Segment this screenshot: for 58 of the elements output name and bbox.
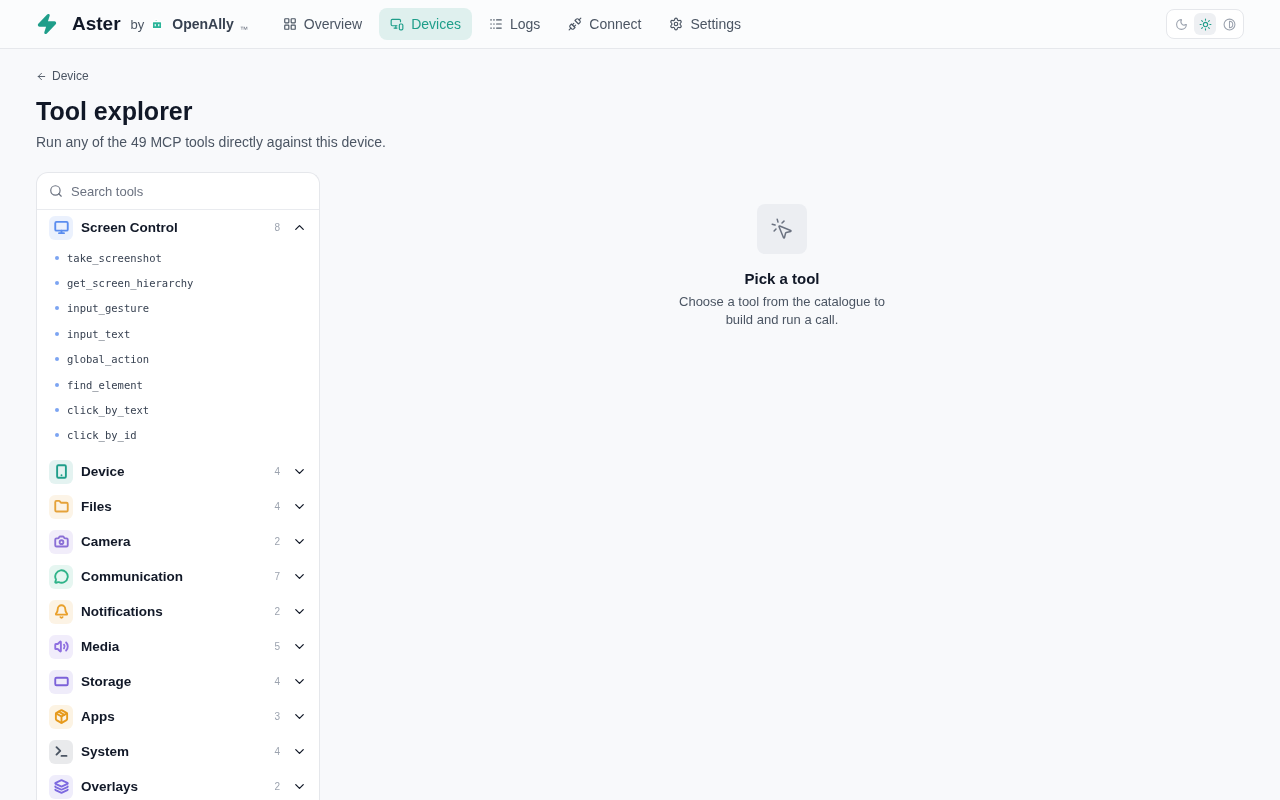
category-header[interactable]: Notifications 2 (37, 594, 319, 630)
by-label: by (130, 16, 145, 32)
back-link[interactable]: Device (36, 69, 89, 83)
contrast-icon (1222, 17, 1236, 31)
trademark-sign: ™ (239, 25, 248, 34)
brand-name: Aster (72, 13, 121, 35)
search-icon (49, 184, 63, 198)
grid-icon (282, 17, 297, 31)
pointer-click-icon (770, 217, 794, 241)
devices-icon (390, 17, 405, 31)
tool-item[interactable]: take_screenshot (37, 245, 319, 271)
company-name: OpenAlly (172, 16, 234, 32)
category-header[interactable]: Screen Control 8 (37, 210, 319, 245)
tool-count: 2 (274, 781, 280, 793)
category-header[interactable]: Files 4 (37, 489, 319, 525)
list-icon (488, 17, 503, 31)
tool-count: 4 (274, 676, 280, 688)
nav-tab[interactable]: Logs (477, 8, 552, 40)
page-subtitle: Run any of the 49 MCP tools directly against this device. (36, 133, 386, 152)
tool-count: 2 (274, 606, 280, 618)
tool-count: 4 (274, 501, 280, 513)
tool-item[interactable]: find_element (37, 371, 319, 398)
page-title: Tool explorer (36, 97, 194, 126)
category-header[interactable]: Media 5 (37, 629, 319, 665)
empty-state-text: Choose a tool from the catalogue to build and run a call. (678, 293, 886, 329)
tool-count: 8 (274, 222, 280, 233)
tool-item[interactable]: click_by_id (37, 422, 319, 449)
sun-icon (1198, 17, 1212, 31)
tool-item[interactable]: input_text (37, 321, 319, 347)
tool-count: 4 (274, 466, 280, 478)
tool-item[interactable]: get_screen_hierarchy (37, 270, 319, 296)
category-header[interactable]: Device 4 (37, 454, 319, 490)
unplug-icon (568, 17, 583, 31)
category-header[interactable]: Communication 7 (37, 559, 319, 595)
theme-light-button[interactable] (1194, 13, 1216, 35)
category-header[interactable]: System 4 (37, 734, 319, 770)
empty-state-title: Pick a tool (744, 270, 820, 287)
category-header[interactable]: Apps 3 (37, 699, 319, 735)
bolt-logo-icon (36, 13, 58, 35)
tool-item[interactable]: global_action (37, 346, 319, 372)
tool-count: 3 (274, 711, 280, 723)
category-header[interactable]: Overlays 2 (37, 769, 319, 800)
tool-item[interactable]: input_gesture (37, 295, 319, 322)
tool-count: 5 (274, 641, 280, 653)
nav-tab[interactable]: Overview (271, 8, 374, 40)
nav-tab[interactable]: Connect (557, 8, 653, 40)
tool-count: 2 (274, 536, 280, 548)
moon-icon (1174, 17, 1188, 31)
category-header[interactable]: Camera 2 (37, 524, 319, 560)
arrow-left-icon (36, 70, 47, 82)
category-header[interactable]: Storage 4 (37, 664, 319, 700)
robot-logo-icon (150, 17, 165, 31)
tool-item[interactable]: click_by_text (37, 397, 319, 423)
tool-count: 7 (274, 571, 280, 583)
settings-icon (669, 17, 684, 31)
search-field[interactable]: Search tools (71, 173, 307, 209)
nav-tab[interactable]: Settings (658, 8, 753, 40)
tool-count: 4 (274, 746, 280, 758)
